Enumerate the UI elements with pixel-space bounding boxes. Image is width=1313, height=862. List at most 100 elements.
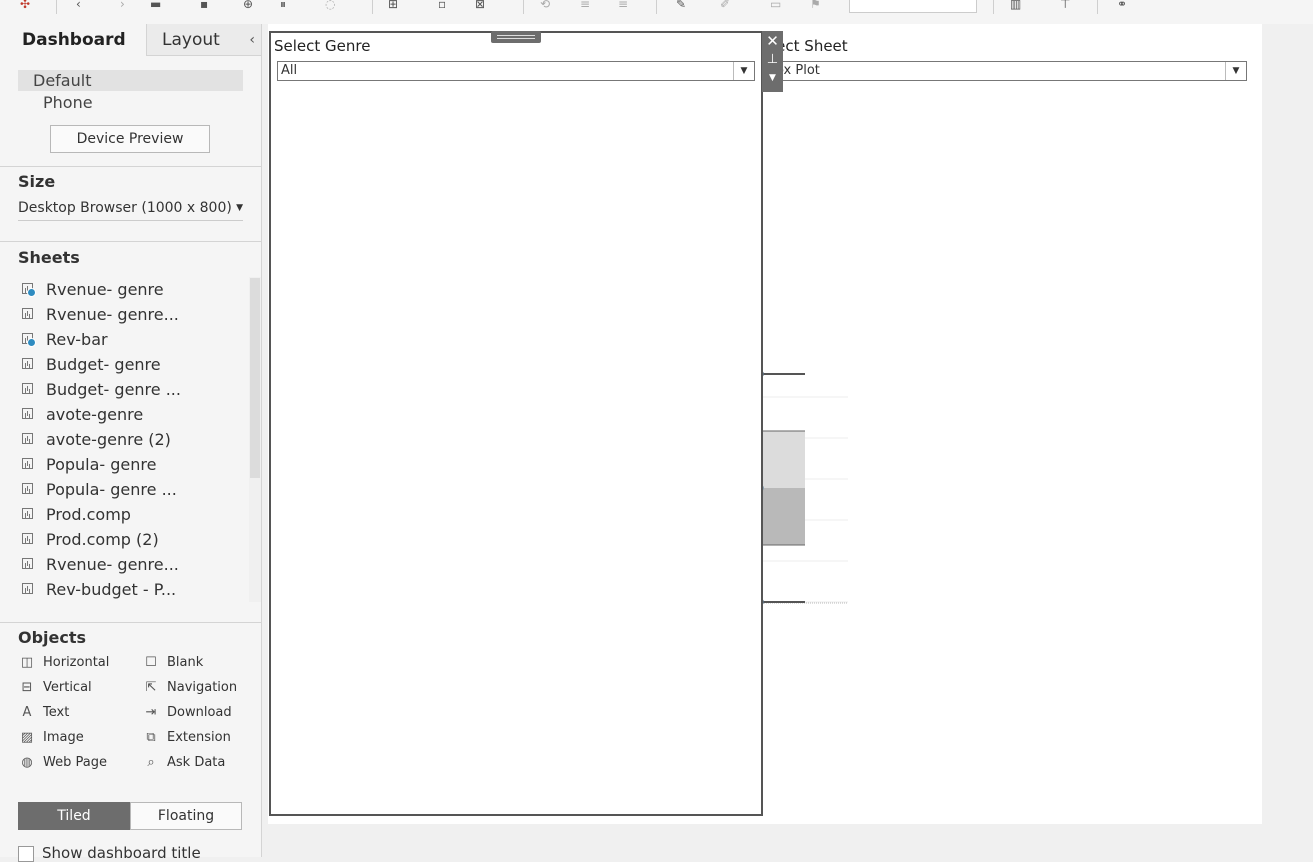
pin-icon[interactable]: ⊥	[762, 52, 783, 67]
worksheet-icon	[22, 308, 33, 319]
tiled-button[interactable]: Tiled	[18, 802, 130, 830]
chevron-down-icon: ▼	[733, 62, 754, 80]
duplicate-icon[interactable]: ▫	[438, 0, 446, 10]
sheet-item[interactable]: Popula- genre ...	[18, 477, 248, 502]
toolbar-separator	[1097, 0, 1098, 14]
annotate-icon[interactable]: ✐	[720, 0, 730, 10]
sheet-item[interactable]: Popula- genre	[18, 452, 248, 477]
redo-icon[interactable]: ›	[120, 0, 125, 10]
toolbar-separator	[372, 0, 373, 14]
show-title-checkbox[interactable]	[18, 846, 34, 862]
refresh-icon[interactable]: ◌	[325, 0, 335, 10]
share-icon[interactable]: ⚭	[1117, 0, 1127, 10]
sheet-item[interactable]: Budget- genre	[18, 352, 248, 377]
worksheet-icon	[22, 533, 33, 544]
object-label: Vertical	[43, 680, 92, 695]
device-phone[interactable]: Phone	[43, 92, 93, 113]
object-navigation[interactable]: ⇱ Navigation	[142, 679, 238, 697]
menu-icon[interactable]: ▬	[150, 0, 161, 10]
tab-layout[interactable]: Layout ‹	[146, 24, 261, 56]
sort-asc-icon[interactable]: ≡	[580, 0, 590, 10]
sheet-item[interactable]: Prod.comp	[18, 502, 248, 527]
sheet-label: Popula- genre	[46, 455, 157, 474]
worksheet-icon	[22, 558, 33, 569]
divider	[0, 166, 261, 167]
object-vertical[interactable]: ⊟ Vertical	[18, 679, 92, 697]
object-blank[interactable]: ☐ Blank	[142, 654, 203, 672]
worksheet-icon	[22, 283, 36, 297]
object-ask-data[interactable]: ⌕ Ask Data	[142, 754, 225, 772]
sheet-label: avote-genre	[46, 405, 144, 424]
pause-icon[interactable]: ⏸	[280, 0, 286, 10]
close-icon[interactable]: ✕	[762, 32, 783, 50]
object-extension[interactable]: ⧉ Extension	[142, 729, 231, 747]
highlight-icon[interactable]: ✎	[676, 0, 686, 10]
size-value: Desktop Browser (1000 x 800)	[18, 200, 232, 216]
sheet-item[interactable]: Prod.comp (2)	[18, 527, 248, 552]
clear-sheet-icon[interactable]: ⊠	[475, 0, 485, 10]
object-label: Image	[43, 730, 84, 745]
toolbar-separator	[523, 0, 524, 14]
worksheet-icon	[22, 383, 33, 394]
floating-button[interactable]: Floating	[130, 802, 242, 830]
drag-handle[interactable]	[491, 31, 541, 43]
worksheet-icon	[22, 458, 33, 469]
device-default[interactable]: Default	[18, 70, 243, 91]
presentation-icon[interactable]: ⊤	[1060, 0, 1070, 10]
sheet-item[interactable]: avote-genre (2)	[18, 427, 248, 452]
more-options-icon[interactable]: ▼	[762, 73, 783, 83]
fit-dropdown[interactable]	[849, 0, 977, 13]
undo-icon[interactable]: ‹	[76, 0, 81, 10]
show-dashboard-title-option[interactable]: Show dashboard title	[18, 844, 201, 862]
sheets-title: Sheets	[18, 248, 80, 267]
save-icon[interactable]: ▪	[200, 0, 208, 10]
navigation-icon: ⇱	[145, 680, 157, 695]
select-genre-container[interactable]	[269, 31, 763, 816]
pin-axis-icon[interactable]: ⚑	[810, 0, 821, 10]
sort-desc-icon[interactable]: ≡	[618, 0, 628, 10]
sheet-item[interactable]: Budget- genre ...	[18, 377, 248, 402]
object-text[interactable]: A Text	[18, 704, 70, 722]
sheet-item[interactable]: Rvenue- genre...	[18, 302, 248, 327]
show-title-label: Show dashboard title	[42, 844, 201, 862]
sheet-label: Rev-budget - P...	[46, 580, 177, 599]
device-preview-button[interactable]: Device Preview	[50, 125, 210, 153]
tab-dashboard[interactable]: Dashboard	[0, 24, 146, 56]
object-label: Text	[43, 705, 70, 720]
object-download[interactable]: ⇥ Download	[142, 704, 232, 722]
object-horizontal[interactable]: ◫ Horizontal	[18, 654, 110, 672]
sheet-label: Rvenue- genre...	[46, 305, 179, 324]
object-image[interactable]: ▨ Image	[18, 729, 84, 747]
object-label: Navigation	[167, 680, 238, 695]
sheet-label: Rev-bar	[46, 330, 108, 349]
sheet-item[interactable]: Rev-budget - P...	[18, 577, 248, 602]
new-sheet-icon[interactable]: ⊞	[388, 0, 398, 10]
collapse-panel-icon[interactable]: ‹	[249, 24, 255, 56]
size-dropdown[interactable]: Desktop Browser (1000 x 800) ▼	[18, 198, 243, 221]
tableau-logo-icon[interactable]: ✣	[20, 0, 30, 10]
blank-icon: ☐	[145, 655, 157, 670]
object-label: Extension	[167, 730, 231, 745]
text-icon: A	[22, 705, 32, 720]
fit-icon[interactable]: ▭	[770, 0, 781, 10]
toolbar-separator	[993, 0, 994, 14]
object-web-page[interactable]: ◍ Web Page	[18, 754, 107, 772]
sheets-scrollbar-thumb[interactable]	[250, 278, 260, 478]
select-genre-value: All	[281, 63, 298, 78]
select-genre-dropdown[interactable]: All ▼	[277, 61, 755, 81]
sheet-item[interactable]: Rvenue- genre	[18, 277, 248, 302]
extension-puzzle-icon: ⧉	[146, 730, 156, 745]
sheet-item[interactable]: Rev-bar	[18, 327, 248, 352]
object-label: Web Page	[43, 755, 107, 770]
sheet-item[interactable]: avote-genre	[18, 402, 248, 427]
new-datasource-icon[interactable]: ⊕	[243, 0, 253, 10]
tab-layout-label: Layout	[162, 30, 220, 50]
objects-title: Objects	[18, 628, 87, 647]
select-sheet-dropdown[interactable]: ox Plot ▼	[772, 61, 1247, 81]
show-cards-icon[interactable]: ▥	[1010, 0, 1021, 10]
swap-icon[interactable]: ⟲	[540, 0, 550, 10]
object-label: Horizontal	[43, 655, 110, 670]
sheet-item[interactable]: Rvenue- genre...	[18, 552, 248, 577]
toolbar-separator	[56, 0, 57, 14]
object-label: Blank	[167, 655, 204, 670]
